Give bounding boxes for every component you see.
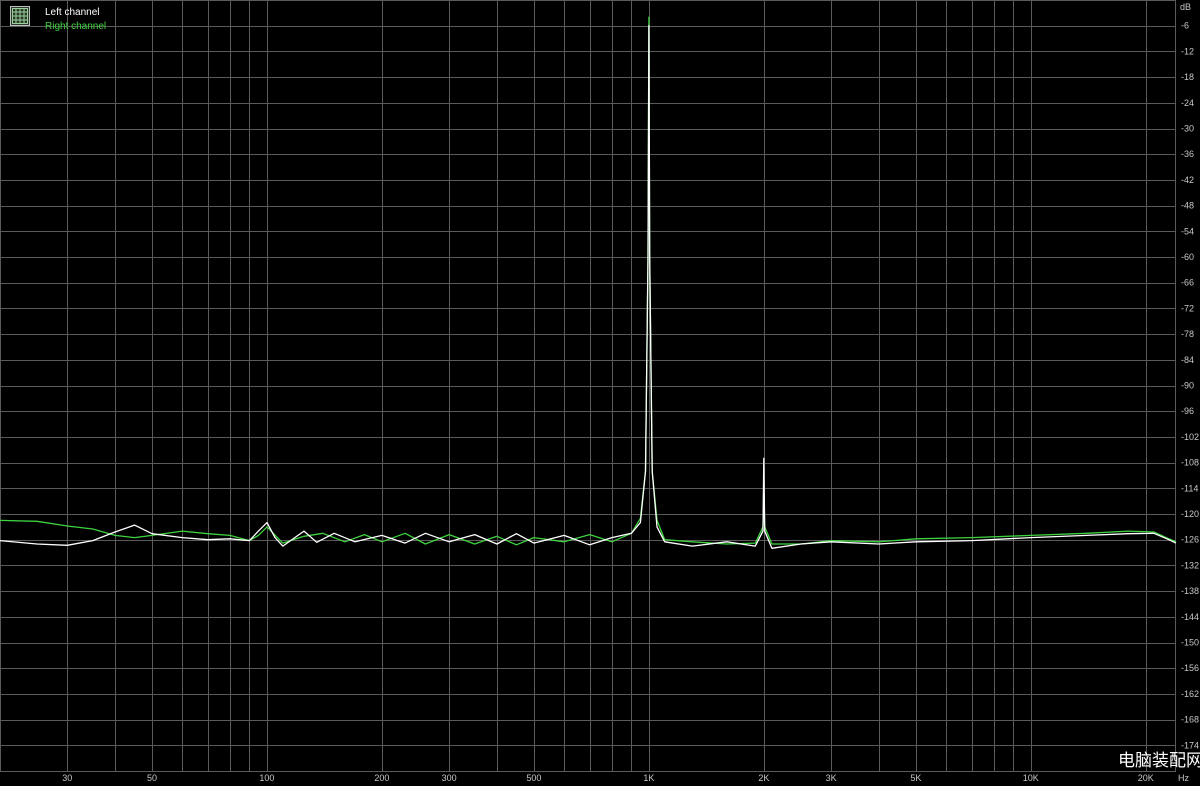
x-tick-label: 20K (1138, 773, 1154, 783)
y-tick-label: -162 (1181, 689, 1199, 699)
x-tick-label: 200 (374, 773, 389, 783)
y-tick-label: -114 (1181, 483, 1198, 493)
grid-icon[interactable] (10, 6, 30, 26)
y-tick-label: -168 (1181, 715, 1199, 725)
y-tick-label: -84 (1181, 355, 1194, 365)
y-tick-label: -54 (1181, 226, 1194, 236)
y-tick-label: -138 (1181, 586, 1199, 596)
x-tick-label: 3K (826, 773, 837, 783)
y-tick-label: -126 (1181, 535, 1199, 545)
y-tick-label: -150 (1181, 638, 1199, 648)
x-tick-label: 1K (643, 773, 654, 783)
y-tick-label: -102 (1181, 432, 1199, 442)
x-tick-label: 2K (758, 773, 769, 783)
y-tick-label: -12 (1181, 46, 1194, 56)
y-tick-label: -36 (1181, 149, 1194, 159)
x-axis-unit-label: Hz (1178, 773, 1189, 783)
x-tick-label: 500 (526, 773, 541, 783)
y-tick-label: -30 (1181, 124, 1194, 134)
spectrum-chart: -6 -12 -18 -24 -30 -36 -42 -48 -54 -60 -66 -72 -78 -8… (0, 0, 1200, 786)
y-tick-label: -72 (1181, 303, 1194, 313)
y-tick-label: -78 (1181, 329, 1194, 339)
legend-left-channel: Left channel (45, 7, 100, 18)
y-tick-label: -96 (1181, 406, 1194, 416)
y-tick-label: -120 (1181, 509, 1199, 519)
y-tick-label: -24 (1181, 98, 1194, 108)
y-tick-label: -132 (1181, 560, 1199, 570)
y-tick-label: -18 (1181, 72, 1194, 82)
x-tick-label: 30 (62, 773, 72, 783)
y-tick-label: -90 (1181, 381, 1194, 391)
y-tick-label: -60 (1181, 252, 1194, 262)
y-tick-label: -66 (1181, 278, 1194, 288)
legend-right-channel: Right channel (45, 21, 107, 32)
y-axis-unit-label: dB (1180, 2, 1191, 12)
x-tick-label: 100 (259, 773, 274, 783)
x-tick-label: 300 (442, 773, 457, 783)
y-tick-label: -144 (1181, 612, 1199, 622)
spectrum-analyzer: -6 -12 -18 -24 -30 -36 -42 -48 -54 -60 -66 -72 -78 -8… (0, 0, 1200, 786)
watermark-text: 电脑装配网 (1118, 751, 1200, 770)
y-tick-label: -42 (1181, 175, 1194, 185)
x-tick-label: 50 (147, 773, 157, 783)
x-tick-label: 10K (1023, 773, 1039, 783)
y-tick-label: -156 (1181, 663, 1199, 673)
y-tick-label: -48 (1181, 201, 1194, 211)
y-tick-label: -108 (1181, 458, 1199, 468)
y-tick-label: -6 (1181, 21, 1189, 31)
x-tick-label: 5K (910, 773, 921, 783)
